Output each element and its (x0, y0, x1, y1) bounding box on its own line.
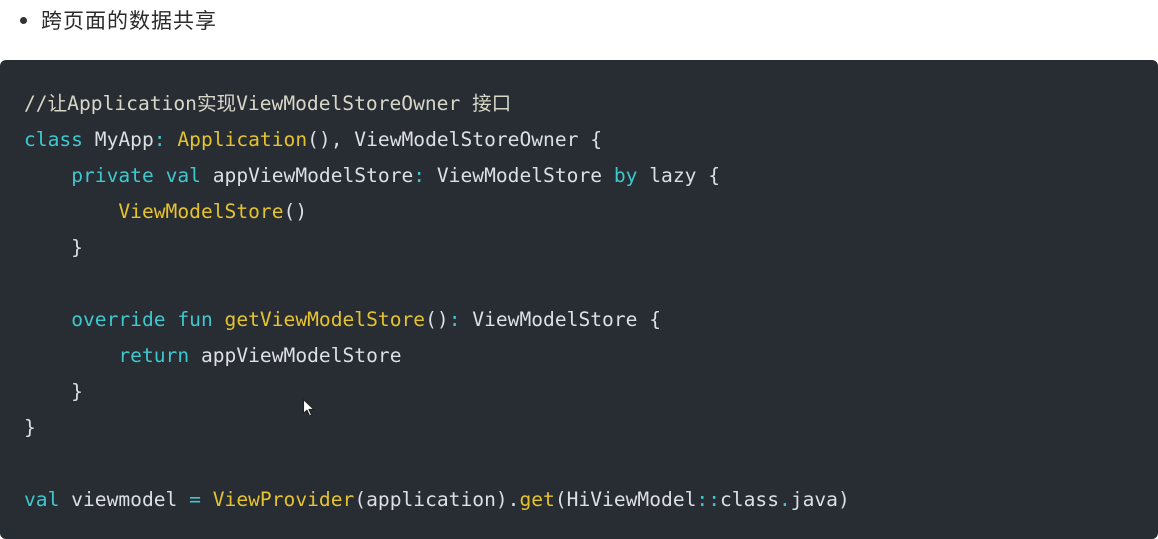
code-line: override fun getViewModelStore(): ViewMo… (24, 302, 1158, 338)
bullet-dot-icon (20, 16, 27, 24)
code-token: viewmodel (59, 488, 190, 511)
code-token: ViewModelStore { (460, 308, 662, 331)
code-line: } (24, 374, 1158, 410)
code-token: by (613, 164, 638, 187)
code-token: private (71, 164, 154, 187)
code-token: val (24, 488, 60, 511)
code-block[interactable]: //让Application实现ViewModelStoreOwner 接口 cl… (0, 60, 1158, 539)
code-line: return appViewModelStore (24, 338, 1158, 374)
code-token: } (24, 380, 83, 403)
code-token: appViewModelStore (189, 344, 402, 367)
code-token: () (425, 308, 449, 331)
code-token: ViewProvider (212, 488, 355, 511)
code-token: Application (177, 128, 308, 151)
code-token: MyApp (82, 128, 154, 151)
code-token: return (118, 344, 190, 367)
code-token: getViewModelStore (224, 308, 426, 331)
code-token: val (165, 164, 201, 187)
code-token: class (720, 488, 779, 511)
code-token: //让Application实现ViewModelStoreOwner 接口 (24, 92, 512, 115)
code-token: ViewModelStore (118, 200, 284, 223)
code-token: class (24, 128, 83, 151)
code-token: = (189, 488, 201, 511)
code-token: override (71, 308, 166, 331)
code-token: } (24, 236, 83, 259)
code-line: val viewmodel = ViewProvider(application… (24, 482, 1158, 518)
code-token: (application). (354, 488, 520, 511)
code-line: ViewModelStore() (24, 194, 1158, 230)
code-token: . (779, 488, 791, 511)
code-token: : (413, 164, 426, 187)
code-token: appViewModelStore (200, 164, 414, 187)
code-line: } (24, 230, 1158, 266)
code-line: } (24, 410, 1158, 446)
code-line: private val appViewModelStore: ViewModel… (24, 158, 1158, 194)
code-token: :: (696, 488, 721, 511)
code-token: ViewModelStore (425, 164, 614, 187)
section-heading-text: 跨页面的数据共享 (41, 9, 217, 33)
code-token: java) (790, 488, 850, 511)
code-token: get (519, 488, 555, 511)
code-token: : (448, 308, 461, 331)
bullet-list-item: 跨页面的数据共享 (20, 2, 217, 38)
code-token: fun (177, 308, 213, 331)
code-token: () (283, 200, 308, 223)
code-token: (HiViewModel (554, 488, 697, 511)
mouse-pointer-icon (302, 398, 315, 417)
code-line: //让Application实现ViewModelStoreOwner 接口 (24, 86, 1158, 122)
code-token: : (153, 128, 166, 151)
code-token: (), ViewModelStoreOwner { (307, 128, 603, 151)
code-token: lazy { (637, 164, 721, 187)
code-line: class MyApp: Application(), ViewModelSto… (24, 122, 1158, 158)
code-token: } (24, 416, 36, 439)
